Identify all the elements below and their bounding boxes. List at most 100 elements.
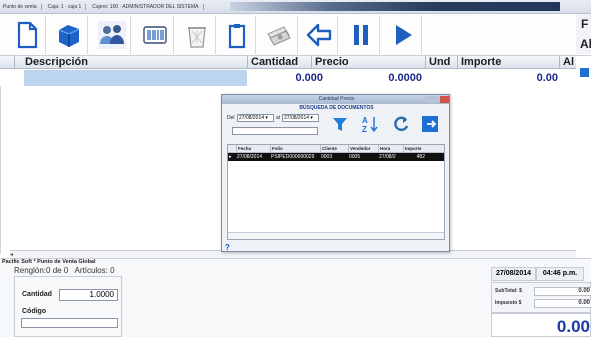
payment-button[interactable] [260, 16, 298, 54]
search-input[interactable] [232, 127, 318, 135]
title-gradient [230, 2, 560, 11]
delete-button[interactable] [178, 16, 216, 54]
col-fecha[interactable]: Fecha [236, 145, 270, 153]
barcode-button[interactable] [136, 16, 174, 54]
right-panel-button[interactable] [576, 66, 591, 79]
users-icon [97, 21, 126, 49]
codigo-field[interactable] [21, 318, 118, 328]
exit-icon [580, 68, 589, 77]
table-row[interactable]: 0.000 0.0000 0.00 [0, 70, 576, 86]
articulos-status: Artículos: 0 [74, 266, 115, 275]
documents-grid: Fecha Folio Cliente Vendedor Hora Import… [227, 144, 445, 240]
col-cliente[interactable]: Cliente [320, 145, 348, 153]
new-document-button[interactable] [8, 16, 46, 54]
dialog-subtitle: BÚSQUEDA DE DOCUMENTOS [299, 105, 374, 111]
customers-button[interactable] [93, 16, 131, 54]
app-title: Punto de venta [3, 3, 42, 10]
help-icon[interactable]: ? [225, 243, 230, 251]
impuesto-box: 0.00 [534, 299, 591, 308]
row-marker-header [0, 56, 14, 69]
right-panel-label-2: Al [576, 34, 591, 54]
svg-text:A: A [362, 116, 368, 125]
date-from-value: 27/08/2014 [239, 115, 265, 121]
play-icon [395, 25, 412, 45]
refresh-button[interactable] [390, 112, 411, 136]
documents-grid-header: Fecha Folio Cliente Vendedor Hora Import… [228, 145, 444, 153]
date-display: 27/08/2014 [491, 267, 536, 281]
pause-button[interactable] [342, 16, 380, 54]
col-cantidad[interactable]: Cantidad [247, 56, 311, 69]
caja-info: Caja: 1 · caja 1 [48, 3, 87, 10]
cajero-info: Cajero: 100 · ADMINISTRADOR DEL SISTEMA [92, 3, 204, 10]
pause-icon [353, 25, 368, 45]
clipboard-icon [228, 24, 245, 49]
col-vendedor[interactable]: Vendedor [348, 145, 378, 153]
date-from-picker[interactable]: 27/08/2014 ▾ [237, 114, 274, 122]
entry-panel: Cantidad 1.0000 Código [14, 276, 122, 337]
pos-window: Punto de venta Caja: 1 · caja 1 Cajero: … [0, 0, 591, 337]
col-precio[interactable]: Precio [311, 56, 425, 69]
sort-az-icon: AZ [362, 116, 378, 134]
close-icon[interactable] [440, 96, 449, 103]
cell-importe: 0.00 [536, 72, 558, 84]
col-hora[interactable]: Hora [378, 145, 403, 153]
dialog-horizontal-scrollbar[interactable] [228, 232, 444, 239]
cell-precio: 0.0000 [388, 72, 422, 84]
dialog-title-text: Cantidad Precio [318, 96, 355, 102]
exit-icon [421, 116, 438, 132]
toolbar [0, 14, 591, 56]
scroll-left-icon[interactable]: ◂ [10, 251, 13, 258]
date-to-picker[interactable]: 27/08/2014 ▾ [282, 114, 319, 122]
right-panel-label-1: F [576, 14, 591, 34]
al-label: al [276, 115, 280, 121]
cantidad-field[interactable]: 1.0000 [59, 289, 118, 301]
arrow-left-icon [306, 23, 331, 47]
cell-vendedor: 0005 [349, 154, 361, 160]
impuesto-value: 0.00 [578, 300, 590, 306]
play-button[interactable] [384, 16, 422, 54]
cell-fecha: 27/08/2014 [237, 154, 263, 160]
totals-panel: SubTotal: $ 0.00 Impuesto $ 0.00 [491, 282, 591, 313]
subtotal-label: SubTotal: $ [495, 288, 522, 294]
title-bar: Punto de venta Caja: 1 · caja 1 Cajero: … [0, 0, 591, 14]
document-icon [17, 21, 37, 49]
trash-icon [187, 27, 206, 48]
back-button[interactable] [300, 16, 338, 54]
funnel-icon [332, 118, 347, 131]
dialog-titlebar: Cantidad Precio [222, 95, 449, 104]
time-display: 04:46 p.m. [536, 267, 584, 281]
table-row[interactable]: ▸ 27/08/2014 PSIPED000000029 0003 0005 2… [228, 153, 444, 161]
col-descripcion[interactable]: Descripción [14, 56, 247, 69]
open-button[interactable] [50, 16, 88, 54]
exit-dialog-button[interactable] [419, 112, 440, 136]
cell-importe: 482 [416, 154, 425, 160]
subtotal-value: 0.00 [578, 288, 590, 294]
cell-hora: 27/08/2 [379, 154, 396, 160]
renglon-status: Renglón:0 de 0 [14, 266, 69, 275]
grid-header: Descripción Cantidad Precio Und Importe … [0, 56, 576, 69]
minimize-maximize-icon[interactable] [425, 96, 439, 103]
barcode-icon [142, 26, 167, 44]
sort-button[interactable]: AZ [359, 112, 380, 136]
filter-button[interactable] [329, 112, 350, 136]
codigo-label: Código [22, 308, 47, 315]
search-documents-dialog: Cantidad Precio BÚSQUEDA DE DOCUMENTOS D… [221, 94, 450, 252]
subtotal-box: 0.00 [534, 287, 591, 296]
del-label: Del [227, 115, 235, 121]
col-al[interactable]: Al [559, 56, 576, 69]
col-importe[interactable]: Importe [403, 145, 425, 153]
selected-description-cell[interactable] [24, 70, 247, 86]
cell-folio: PSIPED000000029 [271, 154, 315, 160]
row-marker: ▸ [229, 154, 232, 160]
brand-label: Pacific Soft * Punto de Venta Global [2, 259, 96, 265]
status-line: Renglón:0 de 0 Artículos: 0 [14, 266, 115, 275]
date-to-value: 27/08/2014 [284, 115, 310, 121]
col-importe[interactable]: Importe [457, 56, 559, 69]
refresh-icon [393, 116, 408, 132]
cell-cliente: 0003 [321, 154, 333, 160]
col-und[interactable]: Und [425, 56, 457, 69]
col-folio[interactable]: Folio [270, 145, 320, 153]
total-display: 0.00 [491, 313, 591, 337]
clipboard-button[interactable] [218, 16, 256, 54]
marker-header [228, 145, 236, 153]
